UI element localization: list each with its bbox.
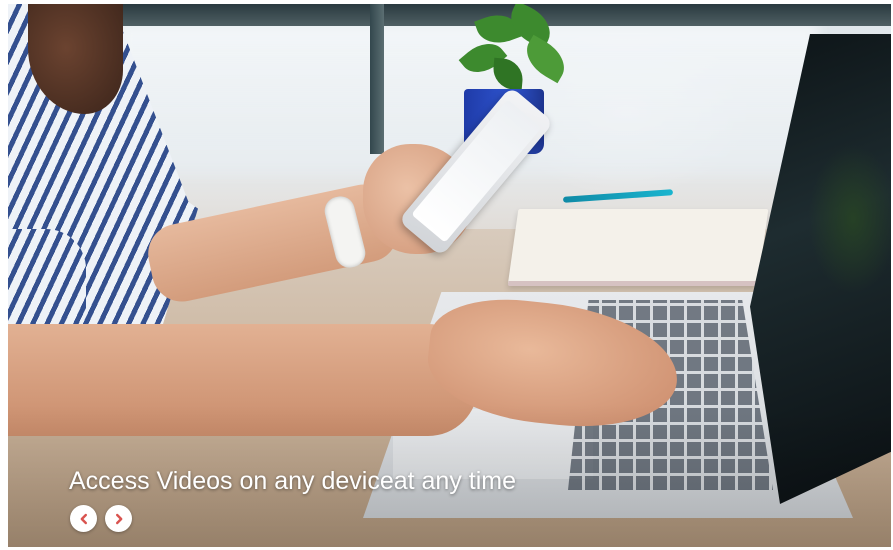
prev-slide-button[interactable] xyxy=(70,505,97,532)
next-slide-button[interactable] xyxy=(105,505,132,532)
chevron-right-icon xyxy=(115,513,122,524)
chevron-left-icon xyxy=(80,513,87,524)
slide-caption: Access Videos on any deviceat any time xyxy=(69,467,517,495)
hero-slider: Access Videos on any deviceat any time xyxy=(8,4,891,547)
slider-nav xyxy=(70,505,132,532)
